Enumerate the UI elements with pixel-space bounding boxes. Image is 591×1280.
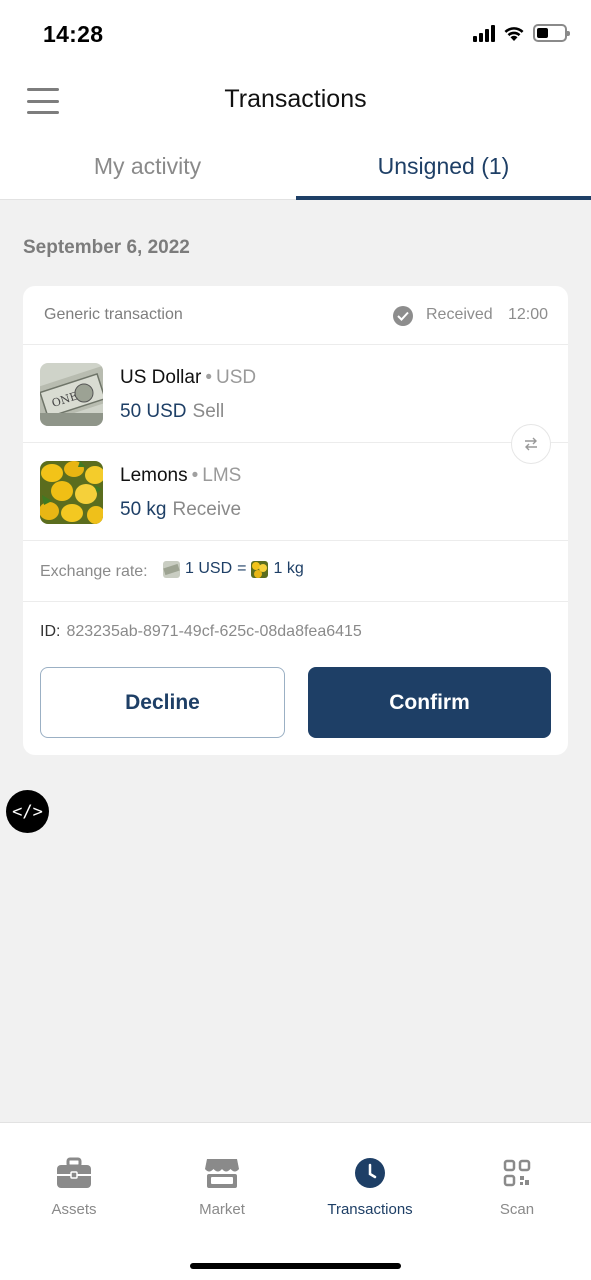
confirm-button[interactable]: Confirm [308,667,551,738]
swap-arrows-icon[interactable] [511,424,551,464]
lemons-image [40,461,103,524]
qr-code-icon [499,1155,535,1191]
briefcase-icon [56,1155,92,1191]
asset-name: US Dollar [120,367,202,388]
asset-amount-row: 50 USD Sell [120,401,224,423]
home-indicator[interactable] [190,1263,401,1269]
tab-my-activity[interactable]: My activity [0,132,295,200]
tab-unsigned[interactable]: Unsigned (1) [296,132,591,200]
tab-bar: My activity Unsigned (1) [0,132,591,200]
asset-amount: 50 USD [120,401,187,422]
status-icons [473,24,570,42]
transaction-id-label: ID: [40,623,61,640]
nav-item-assets[interactable]: Assets [0,1155,148,1218]
asset-name: Lemons [120,465,188,486]
transaction-card-header: Generic transaction Received 12:00 [23,286,568,345]
exchange-rate-value: 1 USD = 1 kg [163,560,304,578]
nav-label-assets: Assets [51,1201,97,1218]
store-icon [204,1155,240,1191]
exchange-rate-equals: = [237,560,247,577]
wifi-icon [504,26,524,41]
clock-icon [352,1155,388,1191]
bottom-nav: Assets Market Transactions Scan [0,1122,591,1280]
exchange-rate-to: 1 kg [273,560,304,577]
asset-row-lemons: Lemons • LMS 50 kg Receive [23,443,568,541]
nav-item-market[interactable]: Market [148,1155,296,1218]
exchange-rate-row: Exchange rate: 1 USD = 1 kg [23,542,568,602]
asset-name-row: Lemons • LMS [120,465,242,486]
status-bar: 14:28 [0,0,591,70]
status-time: 14:28 [43,21,104,47]
exchange-rate-from: 1 USD [185,560,233,577]
nav-label-market: Market [199,1201,245,1218]
nav-bar: Transactions [0,70,591,132]
asset-action: Sell [192,401,225,422]
exchange-rate-label: Exchange rate: [40,563,148,580]
asset-code: LMS [202,465,242,486]
nav-label-scan: Scan [499,1201,535,1218]
transaction-status: Received [426,306,493,323]
dollar-bill-mini-icon [163,560,180,578]
nav-label-transactions: Transactions [327,1201,413,1218]
transaction-type: Generic transaction [44,306,183,323]
asset-action: Receive [172,499,242,520]
asset-name-row: US Dollar • USD [120,367,257,388]
transaction-card: Generic transaction Received 12:00 ONE U… [23,286,568,755]
transaction-id-row: ID: 823235ab-8971-49cf-625c-08da8fea6415 [40,623,362,641]
asset-amount-row: 50 kg Receive [120,499,241,521]
check-circle-icon [393,306,413,326]
nav-item-transactions[interactable]: Transactions [296,1155,444,1218]
asset-row-usd: ONE US Dollar • USD 50 USD Sell [23,345,568,443]
asset-code: USD [215,367,257,388]
cellular-signal-icon [473,24,495,42]
page-title: Transactions [224,85,367,113]
asset-amount: 50 kg [120,499,167,520]
decline-button[interactable]: Decline [40,667,285,738]
transaction-time: 12:00 [508,306,549,323]
nav-item-scan[interactable]: Scan [443,1155,591,1218]
transaction-id-value: 823235ab-8971-49cf-625c-08da8fea6415 [66,623,362,640]
battery-icon [533,24,570,42]
date-heading: September 6, 2022 [23,237,190,258]
dollar-bill-image: ONE [40,363,103,426]
active-tab-indicator [296,196,591,200]
lemons-mini-icon [251,560,269,578]
code-badge-icon[interactable]: </> [6,790,49,833]
